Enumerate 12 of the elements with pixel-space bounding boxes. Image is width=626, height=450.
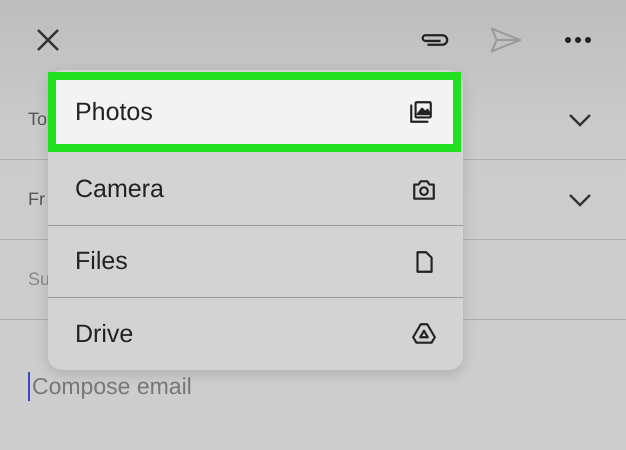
menu-item[interactable]: Drive: [48, 298, 463, 370]
menu-item[interactable]: Camera: [48, 154, 463, 226]
chevron-down-icon[interactable]: [568, 112, 592, 126]
menu-item[interactable]: Files: [48, 226, 463, 298]
field-label: Fr: [28, 189, 45, 210]
compose-field[interactable]: Compose email: [28, 372, 334, 401]
field-label: To: [28, 109, 48, 130]
drive-icon: [411, 321, 437, 347]
more-icon: [564, 36, 592, 44]
photos-icon: [408, 99, 434, 125]
chevron-down-icon[interactable]: [568, 192, 592, 206]
menu-item[interactable]: Photos: [48, 72, 461, 152]
